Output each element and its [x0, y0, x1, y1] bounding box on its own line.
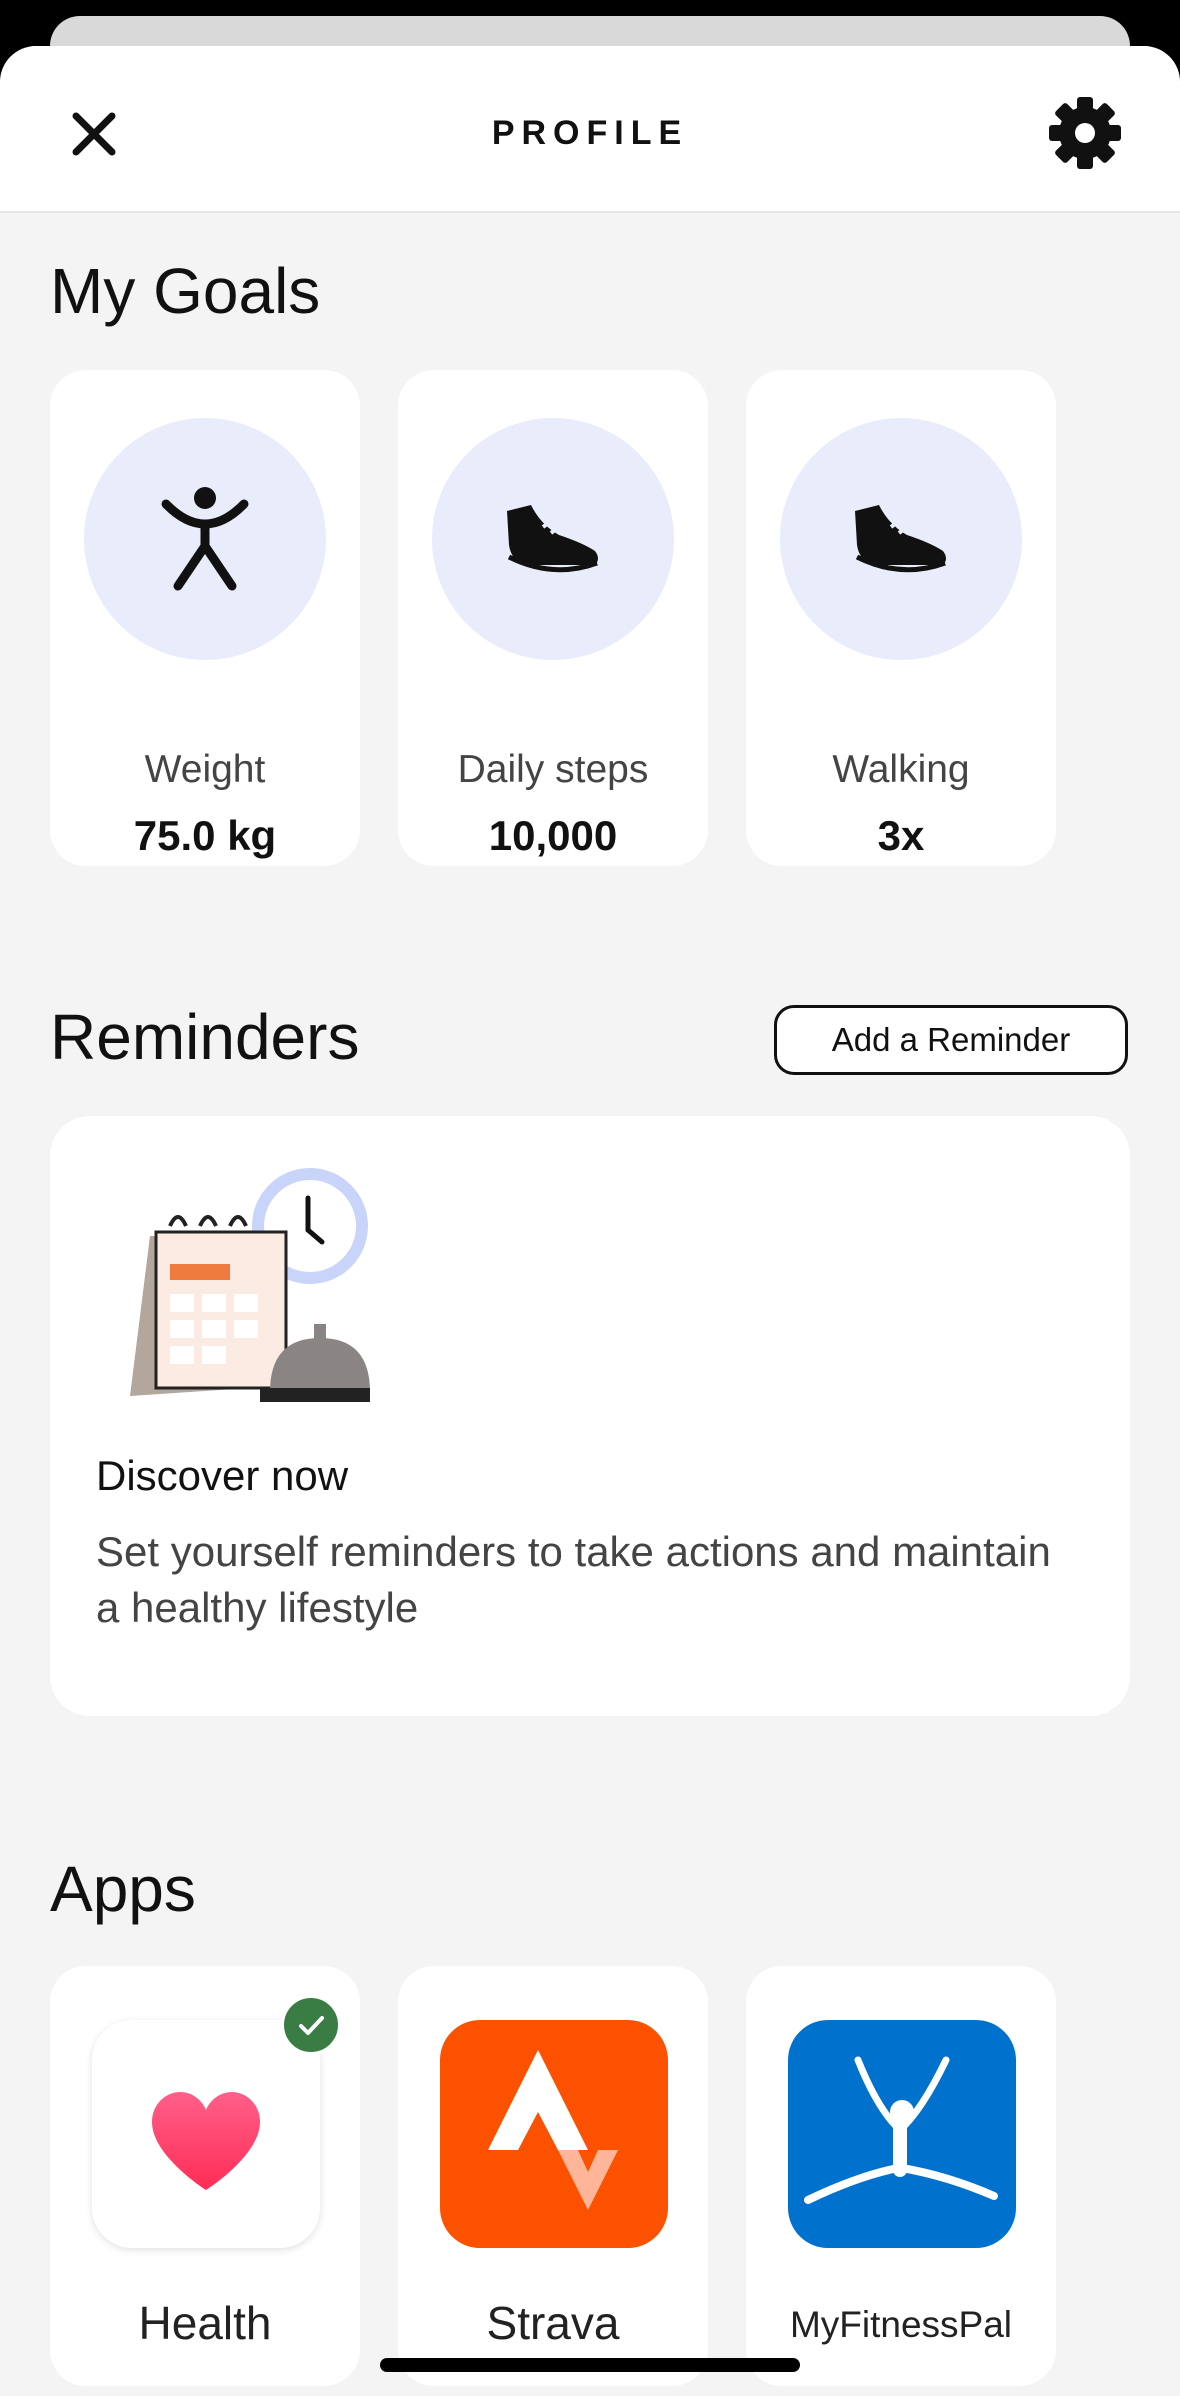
myfitnesspal-icon [804, 2056, 998, 2204]
home-indicator [380, 2358, 800, 2372]
app-name: Health [138, 2297, 272, 2349]
goal-card-daily-steps[interactable]: Daily steps 10,000 [398, 370, 708, 866]
strava-icon [488, 2050, 618, 2210]
goal-icon-circle [780, 418, 1022, 660]
apps-section-title: Apps [50, 1853, 196, 1925]
goal-value: 10,000 [488, 812, 618, 859]
reminder-card-description: Set yourself reminders to take actions a… [96, 1528, 1051, 1631]
header: PROFILE [0, 46, 1180, 213]
page-title: PROFILE [491, 114, 689, 152]
myfitnesspal-app-icon [788, 2020, 1016, 2248]
goal-label: Weight [144, 748, 266, 791]
person-icon [161, 487, 249, 591]
reminder-discover-card[interactable]: Discover now Set yourself reminders to t… [50, 1116, 1130, 1716]
gear-icon [1049, 97, 1121, 169]
goal-card-weight[interactable]: Weight 75.0 kg [50, 370, 360, 866]
goal-label: Daily steps [457, 748, 649, 791]
heart-icon [152, 2092, 260, 2190]
add-reminder-button[interactable]: Add a Reminder [774, 1005, 1128, 1075]
goal-label: Walking [832, 748, 970, 791]
settings-button[interactable] [1046, 94, 1124, 172]
goal-icon-circle [84, 418, 326, 660]
profile-sheet: PROFILE My Goals Weight 75.0 kg Daily st… [0, 46, 1180, 2396]
goal-card-walking[interactable]: Walking 3x [746, 370, 1056, 866]
reminders-section-title: Reminders [50, 1001, 360, 1073]
app-name: Strava [486, 2297, 620, 2349]
goal-icon-circle [432, 418, 674, 660]
calendar-clock-illustration [120, 1156, 370, 1416]
goals-section-title: My Goals [50, 255, 321, 327]
goal-value: 75.0 kg [133, 812, 277, 859]
health-app-icon [92, 2020, 320, 2248]
checkmark-icon [299, 2016, 324, 2035]
connected-check-badge [280, 1994, 342, 2056]
app-card-myfitnesspal[interactable]: MyFitnessPal [746, 1966, 1056, 2386]
app-name: MyFitnessPal [789, 2304, 1013, 2345]
shoe-icon [855, 505, 946, 573]
app-card-strava[interactable]: Strava [398, 1966, 708, 2386]
goal-value: 3x [877, 812, 925, 859]
shoe-icon [507, 505, 598, 573]
reminder-card-title: Discover now [96, 1452, 349, 1499]
strava-app-icon [440, 2020, 668, 2248]
app-card-health[interactable]: Health [50, 1966, 360, 2386]
calendar-icon [130, 1168, 370, 1402]
